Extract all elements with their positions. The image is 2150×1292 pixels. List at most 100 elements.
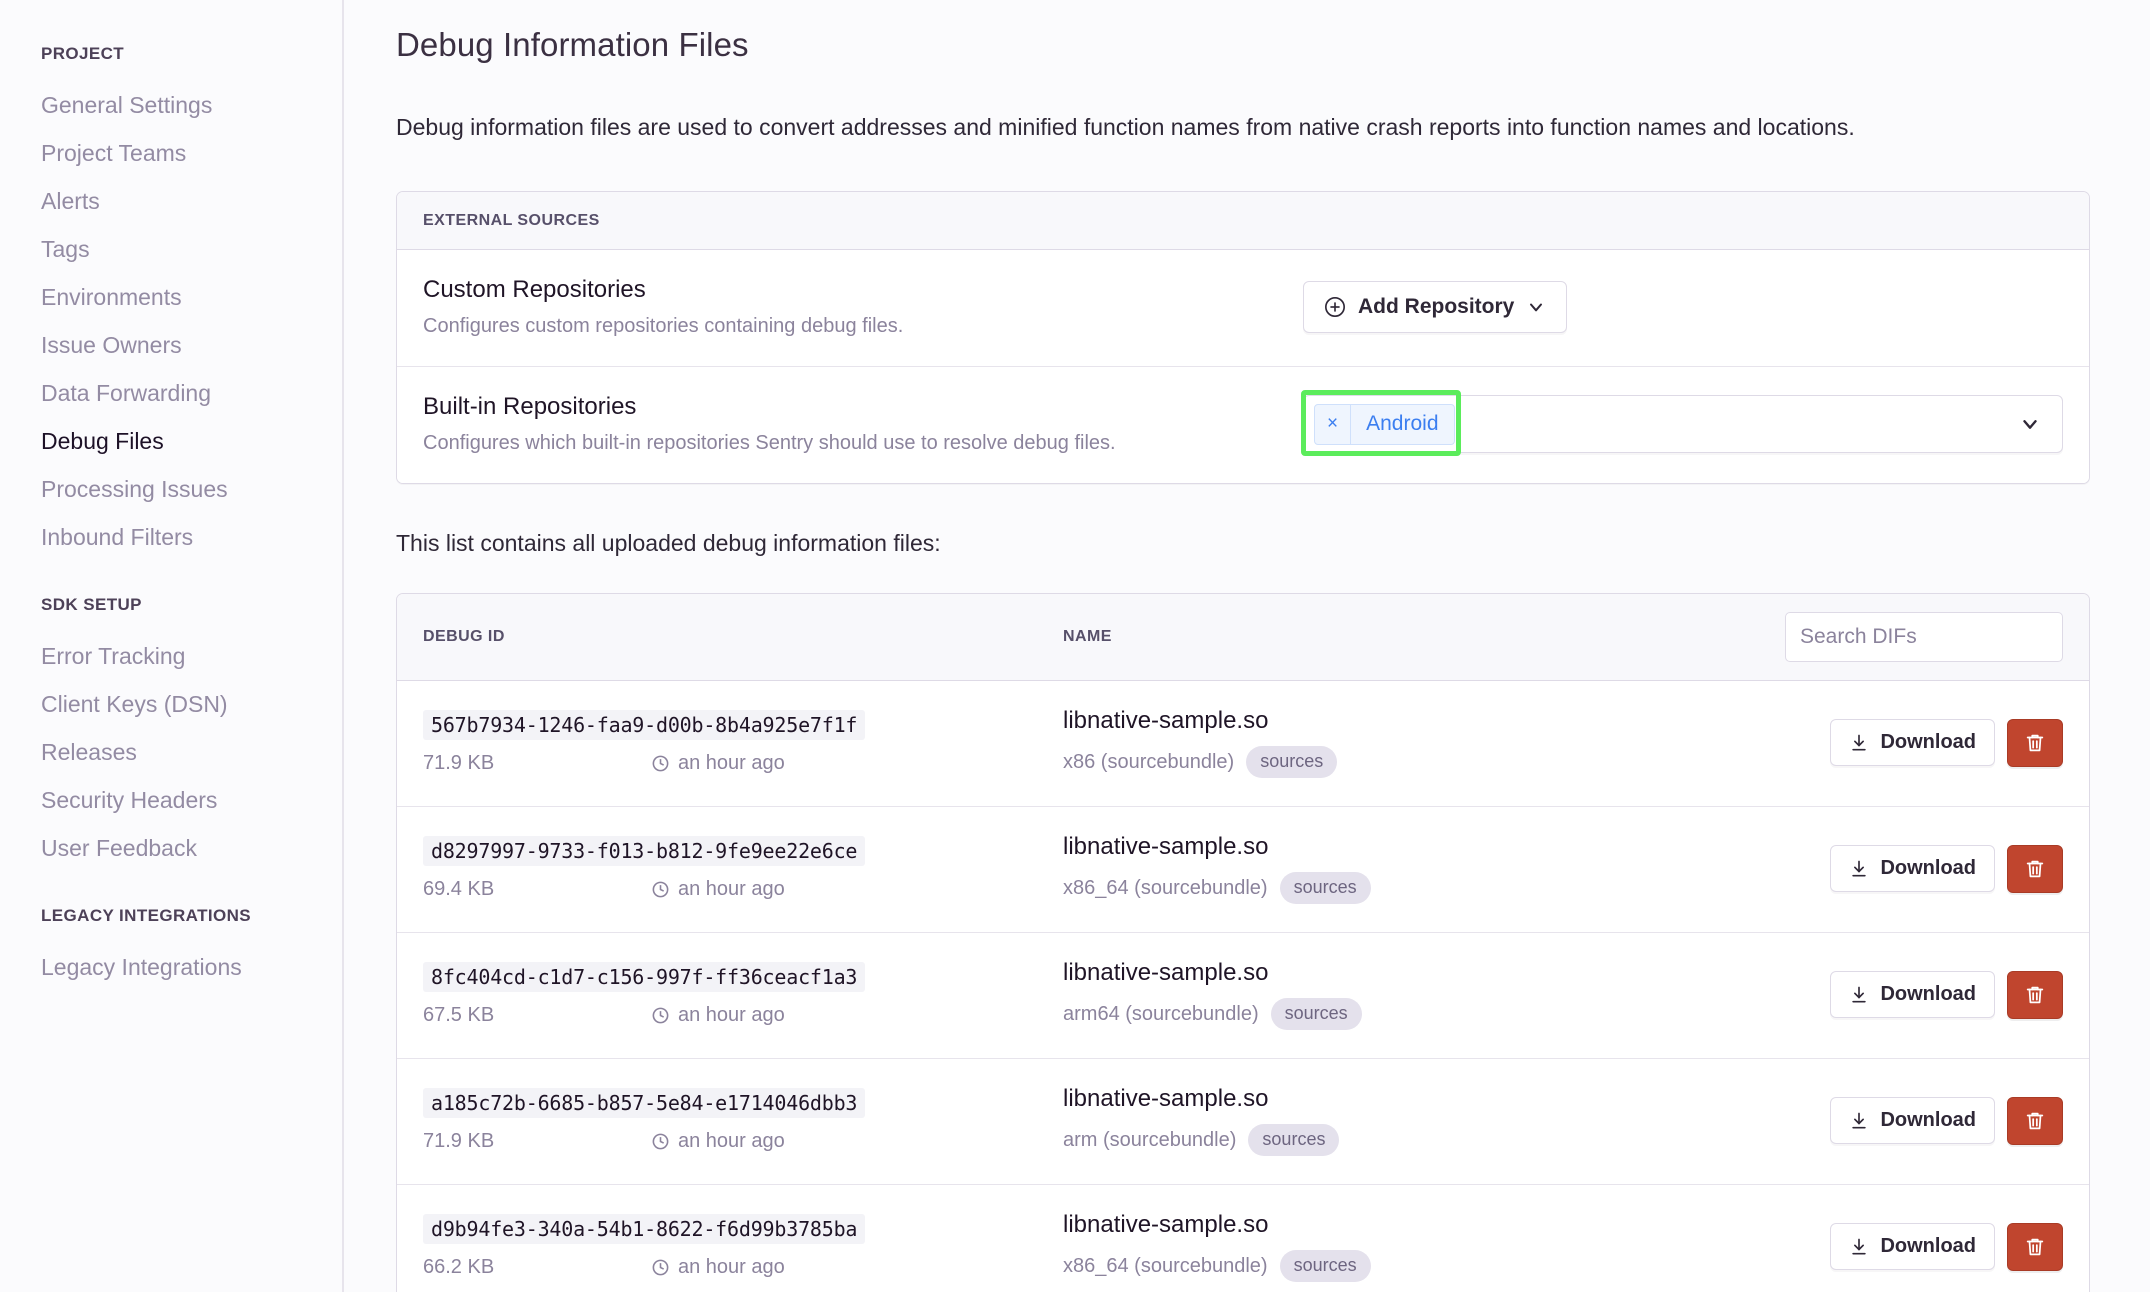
sidebar-item-processing-issues[interactable]: Processing Issues <box>41 478 342 501</box>
builtin-repositories-title: Built-in Repositories <box>423 393 1303 421</box>
selected-repository-chip[interactable]: × Android <box>1314 404 1455 445</box>
row-meta: 69.4 KBan hour ago <box>423 878 1063 901</box>
delete-button[interactable] <box>2007 719 2063 767</box>
column-header-name: NAME <box>1063 628 1785 646</box>
row-meta: 67.5 KB an hour ago <box>423 1004 1063 1027</box>
sidebar-heading-project: PROJECT <box>41 44 342 64</box>
sidebar-item-alerts[interactable]: Alerts <box>41 190 342 213</box>
app-root: PROJECT General Settings Project Teams Aler… <box>0 0 2150 1292</box>
download-button[interactable]: Download <box>1830 1223 1995 1270</box>
upload-time-label: an hour ago <box>678 1004 785 1027</box>
trash-icon <box>2024 983 2046 1007</box>
delete-button[interactable] <box>2007 845 2063 893</box>
sidebar-item-data-forwarding[interactable]: Data Forwarding <box>41 382 342 405</box>
sidebar-item-debug-files[interactable]: Debug Files <box>41 430 342 453</box>
search-difs-input[interactable] <box>1785 612 2063 662</box>
upload-time: an hour ago <box>651 878 785 901</box>
debug-id-value: d8297997-9733-f013-b812-9fe9ee22e6ce <box>423 836 865 866</box>
file-arch: arm64 (sourcebundle) <box>1063 1003 1259 1026</box>
download-label: Download <box>1880 983 1976 1006</box>
delete-button[interactable] <box>2007 971 2063 1019</box>
file-subtitle: x86 (sourcebundle)sources <box>1063 746 1813 778</box>
delete-button[interactable] <box>2007 1223 2063 1271</box>
builtin-repositories-description: Configures which built-in repositories S… <box>423 432 1303 455</box>
file-arch: x86_64 (sourcebundle) <box>1063 877 1268 900</box>
sidebar-item-environments[interactable]: Environments <box>41 286 342 309</box>
custom-repositories-description: Configures custom repositories containin… <box>423 315 1303 338</box>
trash-icon <box>2024 1109 2046 1133</box>
sidebar-item-general-settings[interactable]: General Settings <box>41 94 342 117</box>
download-icon <box>1849 1237 1869 1257</box>
upload-time-label: an hour ago <box>678 1256 785 1279</box>
sidebar-item-project-teams[interactable]: Project Teams <box>41 142 342 165</box>
chip-remove-icon[interactable]: × <box>1315 405 1351 444</box>
delete-button[interactable] <box>2007 1097 2063 1145</box>
download-button[interactable]: Download <box>1830 845 1995 892</box>
dif-table-body: 567b7934-1246-faa9-d00b-8b4a925e7f1f 71.9… <box>397 681 2089 1292</box>
sidebar-item-issue-owners[interactable]: Issue Owners <box>41 334 342 357</box>
upload-time: an hour ago <box>651 1130 785 1153</box>
builtin-repositories-select[interactable]: × Android <box>1303 395 2063 453</box>
download-button[interactable]: Download <box>1830 1097 1995 1144</box>
cell-debug-id: d8297997-9733-f013-b812-9fe9ee22e6ce 69.4… <box>423 836 1063 901</box>
external-sources-header: EXTERNAL SOURCES <box>397 192 2089 250</box>
cell-debug-id: 8fc404cd-c1d7-c156-997f-ff36ceacf1a367.5… <box>423 962 1063 1027</box>
debug-id-value: a185c72b-6685-b857-5e84-e1714046dbb3 <box>423 1088 865 1118</box>
sidebar-item-security-headers[interactable]: Security Headers <box>41 789 342 812</box>
file-arch: arm (sourcebundle) <box>1063 1129 1236 1152</box>
external-sources-panel: EXTERNAL SOURCES Custom Repositories Con… <box>396 191 2090 484</box>
upload-time: an hour ago <box>651 752 785 775</box>
download-button[interactable]: Download <box>1830 971 1995 1018</box>
trash-icon <box>2024 731 2046 755</box>
sidebar-item-inbound-filters[interactable]: Inbound Filters <box>41 526 342 549</box>
list-intro-text: This list contains all uploaded debug in… <box>396 530 2090 557</box>
builtin-repositories-control: × Android <box>1303 395 2063 453</box>
custom-repositories-title: Custom Repositories <box>423 276 1303 304</box>
download-icon <box>1849 733 1869 753</box>
cell-name: libnative-sample.soarm64 (sourcebundle)s… <box>1063 959 1813 1030</box>
sources-tag: sources <box>1248 1124 1339 1156</box>
cell-actions: Download <box>1813 845 2063 893</box>
row-meta: 71.9 KBan hour ago <box>423 752 1063 775</box>
upload-time-label: an hour ago <box>678 1130 785 1153</box>
sources-tag: sources <box>1246 746 1337 778</box>
clock-icon <box>651 1006 670 1025</box>
add-repository-button[interactable]: Add Repository <box>1303 281 1567 333</box>
cell-actions: Download <box>1813 719 2063 767</box>
table-row: a185c72b-6685-b857-5e84-e1714046dbb3 71.9… <box>397 1059 2089 1185</box>
upload-time: an hour ago <box>651 1004 785 1027</box>
sidebar-heading-sdk-setup: SDK SETUP <box>41 595 342 615</box>
debug-id-value: 567b7934-1246-faa9-d00b-8b4a925e7f1f <box>423 710 865 740</box>
clock-icon <box>651 880 670 899</box>
trash-icon <box>2024 857 2046 881</box>
file-subtitle: arm (sourcebundle) sources <box>1063 1124 1813 1156</box>
file-name: libnative-sample.so <box>1063 1085 1813 1113</box>
sidebar-item-error-tracking[interactable]: Error Tracking <box>41 645 342 668</box>
table-row: d9b94fe3-340a-54b1-8622-f6d99b3785ba66.2… <box>397 1185 2089 1292</box>
sidebar-heading-legacy-integrations: LEGACY INTEGRATIONS <box>41 906 342 926</box>
download-button[interactable]: Download <box>1830 719 1995 766</box>
sidebar-item-client-keys-dsn[interactable]: Client Keys (DSN) <box>41 693 342 716</box>
cell-debug-id: a185c72b-6685-b857-5e84-e1714046dbb3 71.9… <box>423 1088 1063 1153</box>
download-label: Download <box>1880 857 1976 880</box>
clock-icon <box>651 754 670 773</box>
file-size: 67.5 KB <box>423 1004 651 1027</box>
sidebar-item-tags[interactable]: Tags <box>41 238 342 261</box>
download-icon <box>1849 1111 1869 1131</box>
sidebar-item-releases[interactable]: Releases <box>41 741 342 764</box>
builtin-repositories-select-wrapper: × Android <box>1303 395 2063 453</box>
sidebar-item-legacy-integrations[interactable]: Legacy Integrations <box>41 956 342 979</box>
upload-time: an hour ago <box>651 1256 785 1279</box>
clock-icon <box>651 1258 670 1277</box>
sidebar-item-user-feedback[interactable]: User Feedback <box>41 837 342 860</box>
file-name: libnative-sample.so <box>1063 1211 1813 1239</box>
column-header-debug-id: DEBUG ID <box>423 628 1063 646</box>
row-meta: 66.2 KBan hour ago <box>423 1256 1063 1279</box>
file-subtitle: x86_64 (sourcebundle)sources <box>1063 1250 1813 1282</box>
cell-debug-id: 567b7934-1246-faa9-d00b-8b4a925e7f1f 71.9… <box>423 710 1063 775</box>
file-size: 71.9 KB <box>423 752 651 775</box>
download-label: Download <box>1880 731 1976 754</box>
page-description: Debug information files are used to conv… <box>396 112 2090 143</box>
row-meta: 71.9 KBan hour ago <box>423 1130 1063 1153</box>
file-arch: x86_64 (sourcebundle) <box>1063 1255 1268 1278</box>
